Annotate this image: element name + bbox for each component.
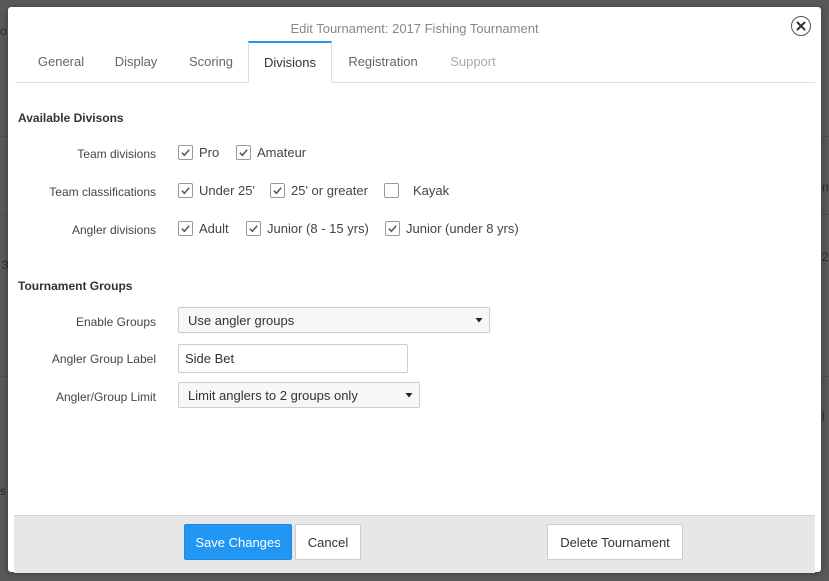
checkmark-icon	[239, 149, 248, 157]
tab-bar: General Display Scoring Divisions Regist…	[15, 41, 815, 83]
enable-groups-value: Use angler groups	[188, 312, 295, 328]
tab-support[interactable]: Support	[435, 41, 511, 82]
checkbox-label: Kayak	[413, 183, 450, 198]
checkbox-label: Amateur	[257, 145, 307, 160]
group-limit-select[interactable]: Limit anglers to 2 groups only	[178, 382, 420, 408]
checkmark-icon	[181, 225, 190, 233]
groups-section-title: Tournament Groups	[18, 279, 133, 293]
checkbox-label: Adult	[199, 221, 229, 236]
close-button[interactable]	[791, 16, 811, 36]
checkbox-kayak[interactable]: Kayak	[384, 183, 449, 198]
checkbox-box[interactable]	[178, 221, 193, 236]
save-changes-button[interactable]: Save Changes	[184, 524, 292, 560]
tab-registration[interactable]: Registration	[337, 41, 429, 82]
angler-group-label-input[interactable]	[178, 344, 408, 373]
team-classifications-label: Team classifications	[49, 185, 156, 199]
checkbox-25-or-greater[interactable]: 25' or greater	[270, 183, 368, 198]
modal-footer: Save Changes Cancel Delete Tournament	[14, 515, 815, 573]
checkbox-pro[interactable]: Pro	[178, 145, 219, 160]
checkbox-label: Junior (8 - 15 yrs)	[267, 221, 369, 236]
checkmark-icon	[273, 187, 282, 195]
checkbox-box[interactable]	[178, 145, 193, 160]
tab-general[interactable]: General	[25, 41, 97, 82]
delete-tournament-button[interactable]: Delete Tournament	[547, 524, 683, 560]
checkbox-label: Under 25'	[199, 183, 255, 198]
checkbox-box[interactable]	[236, 145, 251, 160]
checkbox-box[interactable]	[384, 183, 399, 198]
close-icon	[796, 21, 806, 31]
enable-groups-select[interactable]: Use angler groups	[178, 307, 490, 333]
background-text-fragment: 2	[822, 250, 829, 264]
tab-scoring[interactable]: Scoring	[175, 41, 247, 82]
edit-tournament-modal: Edit Tournament: 2017 Fishing Tournament…	[8, 7, 821, 573]
checkbox-adult[interactable]: Adult	[178, 221, 229, 236]
caret-down-icon	[475, 318, 483, 323]
checkmark-icon	[181, 187, 190, 195]
angler-divisions-label: Angler divisions	[71, 223, 156, 237]
background-text-fragment: n	[822, 180, 829, 194]
team-divisions-label: Team divisions	[77, 147, 156, 161]
divisions-section-title: Available Divisons	[18, 111, 124, 125]
checkbox-box[interactable]	[246, 221, 261, 236]
caret-down-icon	[405, 393, 413, 398]
tab-divisions[interactable]: Divisions	[248, 41, 332, 83]
checkbox-junior-8-15[interactable]: Junior (8 - 15 yrs)	[246, 221, 369, 236]
checkbox-box[interactable]	[270, 183, 285, 198]
group-limit-label: Angler/Group Limit	[55, 390, 156, 404]
group-limit-value: Limit anglers to 2 groups only	[188, 387, 358, 403]
cancel-button[interactable]: Cancel	[295, 524, 361, 560]
background-text-fragment: s	[0, 484, 6, 498]
checkbox-box[interactable]	[385, 221, 400, 236]
enable-groups-label: Enable Groups	[75, 315, 156, 329]
checkmark-icon	[181, 149, 190, 157]
checkbox-box[interactable]	[178, 183, 193, 198]
checkbox-label: Junior (under 8 yrs)	[406, 221, 519, 236]
modal-title: Edit Tournament: 2017 Fishing Tournament	[290, 21, 539, 36]
checkbox-label: Pro	[199, 145, 220, 160]
checkbox-under-25[interactable]: Under 25'	[178, 183, 255, 198]
checkbox-label: 25' or greater	[291, 183, 368, 198]
background-text-fragment: l	[822, 410, 825, 424]
tab-display[interactable]: Display	[101, 41, 171, 82]
background-text-fragment: o	[0, 24, 7, 38]
checkmark-icon	[388, 225, 397, 233]
checkbox-junior-under-8[interactable]: Junior (under 8 yrs)	[385, 221, 519, 236]
checkmark-icon	[249, 225, 258, 233]
angler-group-label-label: Angler Group Label	[51, 352, 156, 366]
checkbox-amateur[interactable]: Amateur	[236, 145, 306, 160]
